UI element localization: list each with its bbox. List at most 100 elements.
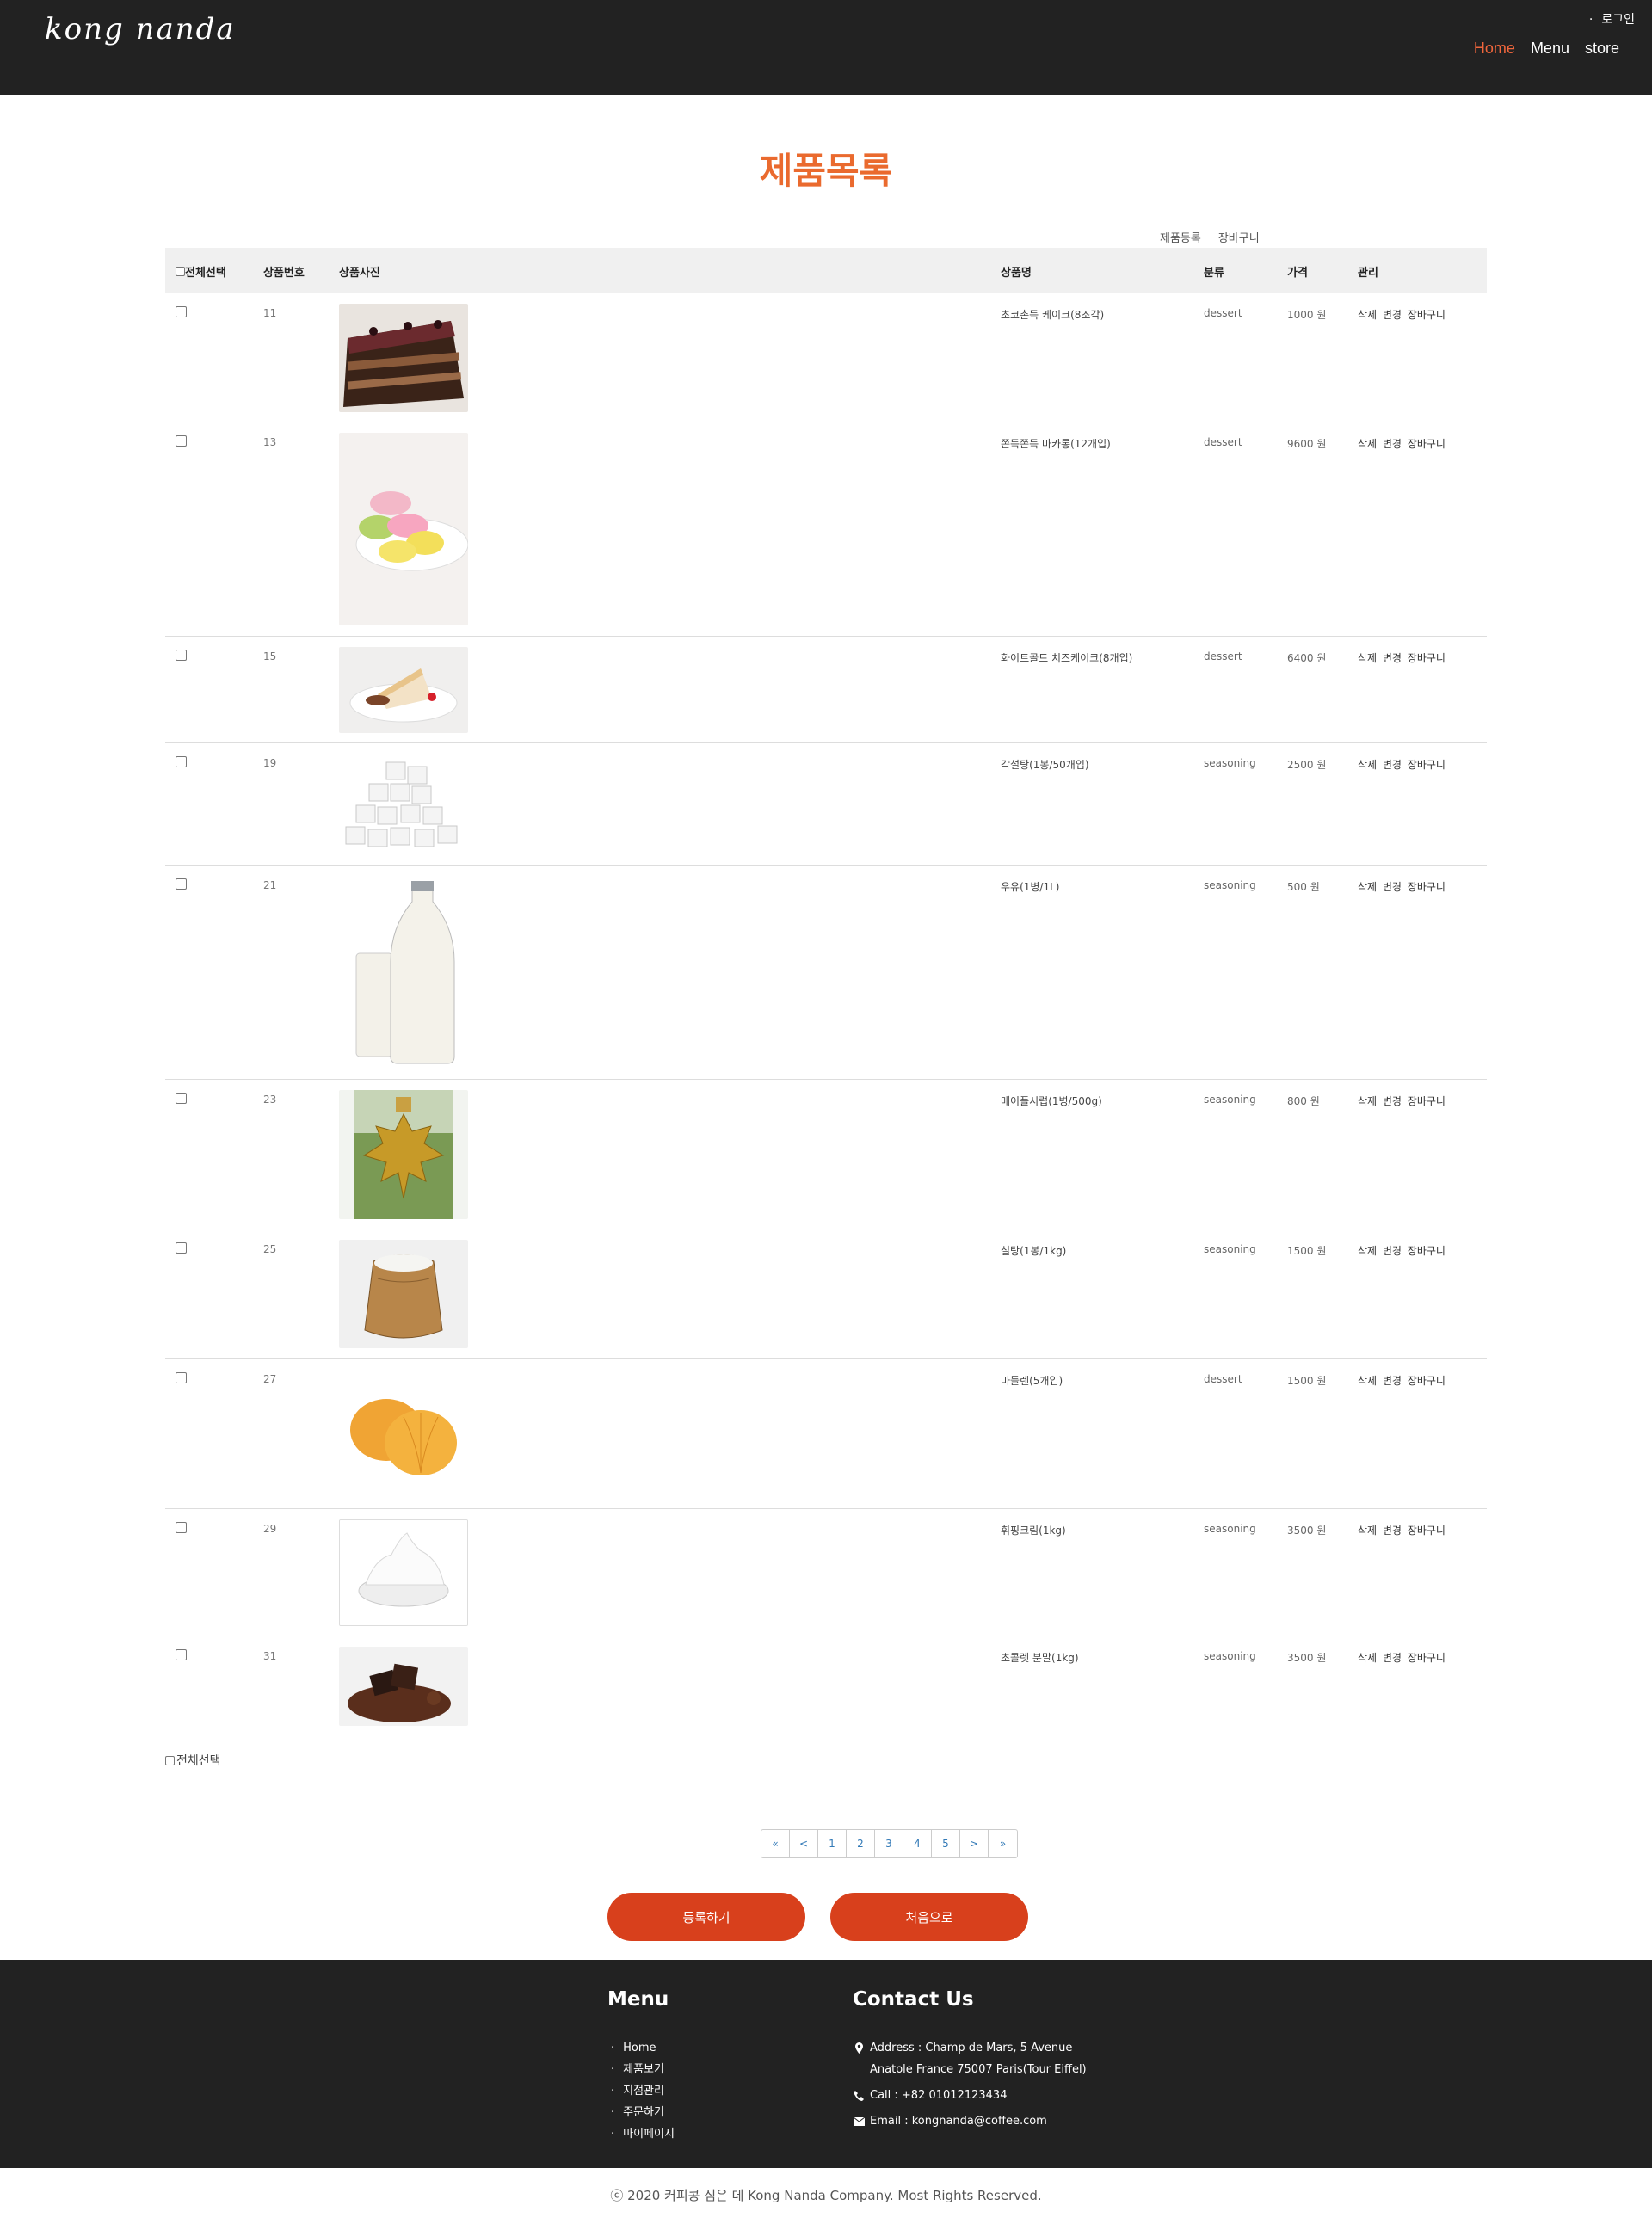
footer-call: Call : +82 01012123434 <box>870 2089 1008 2102</box>
footer-menu: Home 제품보기 지점관리 주문하기 마이페이지 <box>611 2037 675 2145</box>
product-name[interactable]: 마들렌(5개입) <box>1001 1373 1063 1388</box>
bottom-select-all-label: 전체선택 <box>176 1754 221 1768</box>
site-header: kong nanda 로그인 Home Menu store <box>0 0 1652 95</box>
page-4[interactable]: 4 <box>903 1830 932 1857</box>
manage-actions[interactable]: 삭제 변경 장바구니 <box>1358 879 1446 894</box>
row-checkbox[interactable] <box>176 878 187 892</box>
row-checkbox[interactable] <box>176 1093 187 1106</box>
product-price: 800 원 <box>1287 1095 1320 1107</box>
row-checkbox[interactable] <box>176 756 187 770</box>
cart-link[interactable]: 장바구니 <box>1218 229 1260 245</box>
footer-link-mypage[interactable]: 마이페이지 <box>611 2123 675 2145</box>
product-category: seasoning <box>1204 757 1256 769</box>
manage-actions[interactable]: 삭제 변경 장바구니 <box>1358 1094 1446 1108</box>
row-checkbox[interactable] <box>176 306 187 320</box>
home-button[interactable]: 처음으로 <box>830 1893 1028 1941</box>
manage-actions[interactable]: 삭제 변경 장바구니 <box>1358 650 1446 665</box>
page-next[interactable]: > <box>960 1830 989 1857</box>
page-last[interactable]: » <box>989 1830 1017 1857</box>
bottom-select-all-checkbox[interactable] <box>165 1755 175 1765</box>
product-category: dessert <box>1204 436 1242 448</box>
page-2[interactable]: 2 <box>847 1830 875 1857</box>
login-link[interactable]: 로그인 <box>1589 10 1635 28</box>
row-checkbox[interactable] <box>176 650 187 663</box>
row-checkbox[interactable] <box>176 1372 187 1386</box>
page-first[interactable]: « <box>761 1830 790 1857</box>
product-name[interactable]: 쫀득쫀득 마카롱(12개입) <box>1001 436 1111 451</box>
row-checkbox[interactable] <box>176 1649 187 1663</box>
maple-syrup-image[interactable] <box>339 1090 468 1219</box>
page-1[interactable]: 1 <box>818 1830 847 1857</box>
product-price: 3500 원 <box>1287 1525 1327 1537</box>
footer-email[interactable]: Email : kongnanda@coffee.com <box>870 2110 1047 2132</box>
top-links: 제품등록 장바구니 <box>1160 229 1260 245</box>
product-name[interactable]: 초코촌득 케이크(8조각) <box>1001 307 1104 322</box>
macaron-image[interactable] <box>339 433 468 625</box>
product-price: 1000 원 <box>1287 309 1327 321</box>
product-name[interactable]: 설탕(1봉/1kg) <box>1001 1243 1066 1258</box>
milk-image[interactable] <box>339 876 468 1069</box>
table-row: 31 초콜렛 분말(1kg) seasoning 3500 원 삭제 변경 장바… <box>165 1636 1487 1738</box>
product-name[interactable]: 우유(1병/1L) <box>1001 879 1059 894</box>
product-name[interactable]: 초콜렛 분말(1kg) <box>1001 1650 1079 1665</box>
sugar-sack-image[interactable] <box>339 1240 468 1348</box>
col-no: 상품번호 <box>263 267 305 280</box>
map-marker-icon <box>853 2037 865 2059</box>
product-price: 6400 원 <box>1287 652 1327 664</box>
product-name[interactable]: 휘핑크림(1kg) <box>1001 1523 1066 1537</box>
envelope-icon <box>853 2110 865 2132</box>
register-button[interactable]: 등록하기 <box>607 1893 805 1941</box>
manage-actions[interactable]: 삭제 변경 장바구니 <box>1358 436 1446 451</box>
product-category: seasoning <box>1204 1650 1256 1662</box>
footer-link-order[interactable]: 주문하기 <box>611 2102 675 2123</box>
page-prev[interactable]: < <box>790 1830 818 1857</box>
bottom-select-all[interactable]: 전체선택 <box>165 1752 221 1769</box>
nav-store[interactable]: store <box>1585 40 1619 58</box>
table-header: 전체선택 상품번호 상품사진 상품명 분류 가격 관리 <box>165 248 1487 293</box>
cheesecake-image[interactable] <box>339 647 468 733</box>
manage-actions[interactable]: 삭제 변경 장바구니 <box>1358 757 1446 772</box>
site-footer: Menu Home 제품보기 지점관리 주문하기 마이페이지 Contact U… <box>0 1960 1652 2168</box>
product-category: dessert <box>1204 1373 1242 1385</box>
main-nav: Home Menu store <box>1474 40 1619 58</box>
logo[interactable]: kong nanda <box>45 12 236 46</box>
product-category: seasoning <box>1204 1243 1256 1255</box>
chocolate-powder-image[interactable] <box>339 1647 468 1726</box>
manage-actions[interactable]: 삭제 변경 장바구니 <box>1358 1373 1446 1388</box>
page-3[interactable]: 3 <box>875 1830 903 1857</box>
product-category: dessert <box>1204 307 1242 319</box>
product-price: 2500 원 <box>1287 759 1327 771</box>
manage-actions[interactable]: 삭제 변경 장바구니 <box>1358 1523 1446 1537</box>
page-5[interactable]: 5 <box>932 1830 960 1857</box>
row-checkbox[interactable] <box>176 1522 187 1536</box>
row-checkbox[interactable] <box>176 435 187 449</box>
nav-home[interactable]: Home <box>1474 40 1515 58</box>
product-name[interactable]: 메이플시럽(1병/500g) <box>1001 1094 1102 1108</box>
select-all-checkbox[interactable] <box>176 267 185 276</box>
madeleine-image[interactable] <box>339 1370 468 1499</box>
footer-link-products[interactable]: 제품보기 <box>611 2059 675 2080</box>
manage-actions[interactable]: 삭제 변경 장바구니 <box>1358 1650 1446 1665</box>
manage-actions[interactable]: 삭제 변경 장바구니 <box>1358 1243 1446 1258</box>
footer-link-home[interactable]: Home <box>611 2037 675 2059</box>
product-name[interactable]: 화이트골드 치즈케이크(8개입) <box>1001 650 1132 665</box>
table-row: 13 쫀득쫀득 마카롱(12개입) dessert 9600 원 삭제 변경 장… <box>165 422 1487 637</box>
sugar-cubes-image[interactable] <box>339 754 468 855</box>
nav-menu[interactable]: Menu <box>1531 40 1569 58</box>
table-row: 15 화이트골드 치즈케이크(8개입) dessert 6400 원 삭제 변경… <box>165 637 1487 743</box>
chocolate-cake-image[interactable] <box>339 304 468 412</box>
product-no: 21 <box>263 879 277 891</box>
product-no: 31 <box>263 1650 277 1662</box>
col-name: 상품명 <box>1001 267 1032 280</box>
product-register-link[interactable]: 제품등록 <box>1160 229 1201 245</box>
row-checkbox[interactable] <box>176 1242 187 1256</box>
select-all-header[interactable]: 전체선택 <box>176 263 226 280</box>
table-row: 29 휘핑크림(1kg) seasoning 3500 원 삭제 변경 장바구니 <box>165 1509 1487 1636</box>
product-name[interactable]: 각설탕(1봉/50개입) <box>1001 757 1089 772</box>
manage-actions[interactable]: 삭제 변경 장바구니 <box>1358 307 1446 322</box>
col-manage: 관리 <box>1358 267 1378 280</box>
whipped-cream-image[interactable] <box>339 1519 468 1626</box>
product-no: 23 <box>263 1094 277 1106</box>
product-no: 13 <box>263 436 277 448</box>
footer-link-stores[interactable]: 지점관리 <box>611 2080 675 2102</box>
